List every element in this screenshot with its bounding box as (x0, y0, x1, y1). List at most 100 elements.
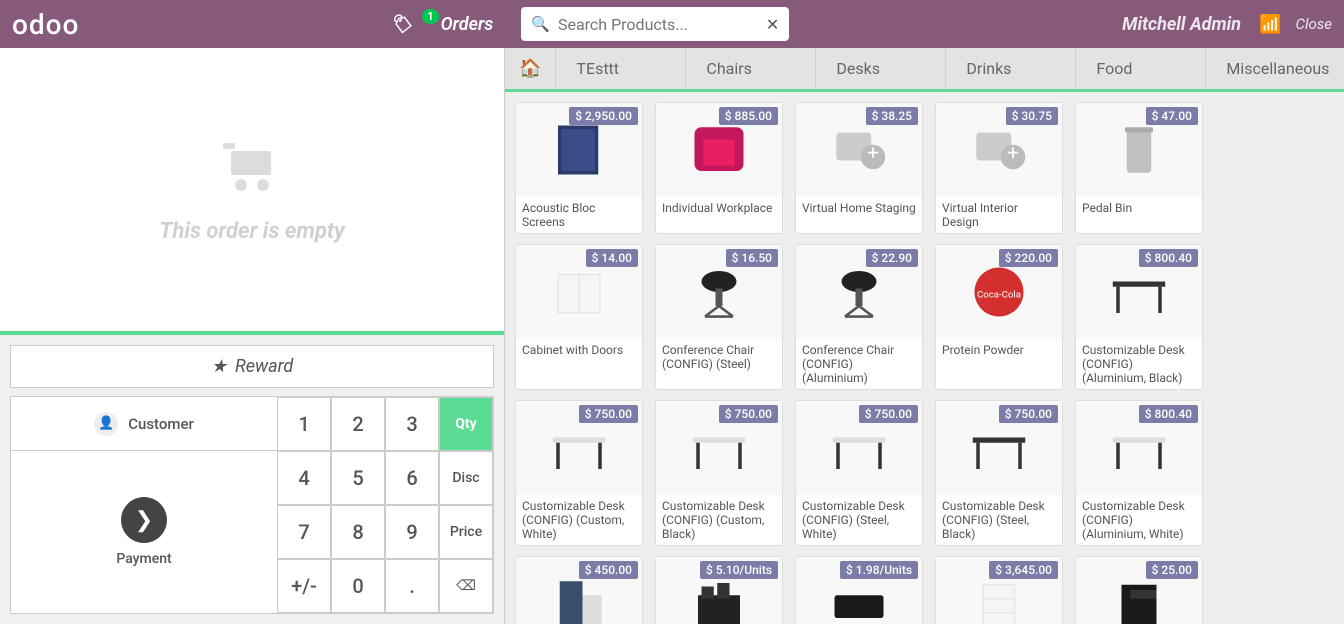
price-tag: $ 5.10/Units (700, 561, 778, 579)
numpad-6[interactable]: 6 (385, 451, 439, 505)
numpad-5[interactable]: 5 (331, 451, 385, 505)
product-image: $ 38.25 (796, 103, 922, 197)
qty-button[interactable]: Qty (439, 397, 493, 451)
product-image: $ 885.00 (656, 103, 782, 197)
price-tag: $ 30.75 (1006, 107, 1058, 125)
price-tag: $ 22.90 (866, 249, 918, 267)
numpad-9[interactable]: 9 (385, 505, 439, 559)
search-box[interactable]: 🔍 ✕ (521, 7, 789, 41)
product-image: $ 750.00 (516, 401, 642, 495)
product-card[interactable]: $ 5.10/Units (655, 556, 783, 624)
numpad-2[interactable]: 2 (331, 397, 385, 451)
product-image: $ 750.00 (936, 401, 1062, 495)
product-card[interactable]: $ 800.40Customizable Desk (CONFIG) (Alum… (1075, 244, 1203, 390)
orders-count-badge: 1 (422, 9, 438, 24)
product-name: Customizable Desk (CONFIG) (Steel, White… (796, 495, 922, 545)
price-tag: $ 750.00 (859, 405, 918, 423)
numpad-4[interactable]: 4 (277, 451, 331, 505)
product-image: $ 3,645.00 (936, 557, 1062, 624)
product-name: Protein Powder (936, 339, 1062, 361)
orders-button[interactable]: 🏷1 Orders (389, 14, 493, 35)
search-icon: 🔍 (531, 15, 550, 33)
tab-testtt[interactable]: TEsttt (556, 48, 686, 89)
product-card[interactable]: $ 885.00 Individual Workplace (655, 102, 783, 234)
product-card[interactable]: $ 47.00Pedal Bin (1075, 102, 1203, 234)
payment-button[interactable]: ❯ Payment (11, 451, 277, 613)
product-image: $ 750.00 (796, 401, 922, 495)
product-card[interactable]: $ 25.00 (1075, 556, 1203, 624)
product-card[interactable]: Coca-Cola$ 220.00Protein Powder (935, 244, 1063, 390)
product-card[interactable]: $ 1.98/Units (795, 556, 923, 624)
price-tag: $ 25.00 (1146, 561, 1198, 579)
customer-button[interactable]: 👤 Customer (11, 397, 277, 451)
product-name: Customizable Desk (CONFIG) (Aluminium, W… (1076, 495, 1202, 545)
product-name: Virtual Interior Design (936, 197, 1062, 233)
cart-icon (217, 135, 287, 211)
product-name: Customizable Desk (CONFIG) (Custom, Blac… (656, 495, 782, 545)
product-image: $ 25.00 (1076, 557, 1202, 624)
product-card[interactable]: $ 450.00 (515, 556, 643, 624)
price-tag: $ 885.00 (719, 107, 778, 125)
product-card[interactable]: $ 2,950.00Acoustic Bloc Screens (515, 102, 643, 234)
price-tag: $ 1.98/Units (840, 561, 918, 579)
product-card[interactable]: $ 14.00Cabinet with Doors (515, 244, 643, 390)
product-card[interactable]: $ 30.75 Virtual Interior Design (935, 102, 1063, 234)
product-name: Individual Workplace (656, 197, 782, 219)
product-card[interactable]: $ 38.25Virtual Home Staging (795, 102, 923, 234)
tab-home[interactable]: 🏠 (505, 48, 556, 89)
order-panel: This order is empty ★ Reward 👤 Customer … (0, 48, 505, 624)
product-image: $ 14.00 (516, 245, 642, 339)
numpad-8[interactable]: 8 (331, 505, 385, 559)
orders-label: Orders (441, 14, 494, 35)
numpad-1[interactable]: 1 (277, 397, 331, 451)
numpad-3[interactable]: 3 (385, 397, 439, 451)
price-tag: $ 750.00 (719, 405, 778, 423)
product-image: $ 2,950.00 (516, 103, 642, 197)
price-tag: $ 800.40 (1139, 249, 1198, 267)
product-image: $ 750.00 (656, 401, 782, 495)
price-tag: $ 220.00 (999, 249, 1058, 267)
disc-button[interactable]: Disc (439, 451, 493, 505)
tab-desks[interactable]: Desks (816, 48, 946, 89)
price-tag: $ 47.00 (1146, 107, 1198, 125)
tag-icon: 🏷 (389, 14, 412, 35)
product-name: Customizable Desk (CONFIG) (Steel, Black… (936, 495, 1062, 545)
price-tag: $ 800.40 (1139, 405, 1198, 423)
tab-drinks[interactable]: Drinks (946, 48, 1076, 89)
price-tag: $ 38.25 (866, 107, 918, 125)
product-card[interactable]: $ 750.00Customizable Desk (CONFIG) (Cust… (515, 400, 643, 546)
backspace-button[interactable]: ⌫ (439, 559, 493, 613)
product-card[interactable]: $ 750.00 Customizable Desk (CONFIG) (Stee… (795, 400, 923, 546)
reward-button[interactable]: ★ Reward (10, 345, 494, 388)
product-card[interactable]: $ 800.40 Customizable Desk (CONFIG) (Alum… (1075, 400, 1203, 546)
numpad-0[interactable]: 0 (331, 559, 385, 613)
close-button[interactable]: Close (1295, 15, 1332, 33)
product-image: $ 450.00 (516, 557, 642, 624)
product-card[interactable]: $ 16.50Conference Chair (CONFIG) (Steel) (655, 244, 783, 390)
user-name[interactable]: Mitchell Admin (1122, 14, 1241, 35)
top-bar: odoo 🏷1 Orders 🔍 ✕ Mitchell Admin 📶 Clos… (0, 0, 1344, 48)
tab-food[interactable]: Food (1076, 48, 1206, 89)
product-card[interactable]: $ 750.00 Customizable Desk (CONFIG) (Cust… (655, 400, 783, 546)
product-image: $ 800.40 (1076, 245, 1202, 339)
product-image: $ 5.10/Units (656, 557, 782, 624)
price-tag: $ 14.00 (586, 249, 638, 267)
numpad-7[interactable]: 7 (277, 505, 331, 559)
product-image: $ 22.90 (796, 245, 922, 339)
product-card[interactable]: $ 750.00Customizable Desk (CONFIG) (Stee… (935, 400, 1063, 546)
price-button[interactable]: Price (439, 505, 493, 559)
numpad-dot[interactable]: . (385, 559, 439, 613)
numpad-plusminus[interactable]: +/- (277, 559, 331, 613)
product-panel: 🏠 TEstttChairsDesksDrinksFoodMiscellaneo… (505, 48, 1344, 624)
search-input[interactable] (558, 15, 766, 34)
chevron-right-icon: ❯ (121, 497, 167, 543)
product-card[interactable]: $ 3,645.00 (935, 556, 1063, 624)
numpad: 1 2 3 Qty 4 5 6 Disc 7 8 9 Price +/- 0 .… (277, 397, 493, 613)
price-tag: $ 3,645.00 (989, 561, 1058, 579)
tab-miscellaneous[interactable]: Miscellaneous (1206, 48, 1344, 89)
tab-chairs[interactable]: Chairs (686, 48, 816, 89)
product-card[interactable]: $ 22.90Conference Chair (CONFIG) (Alumin… (795, 244, 923, 390)
logo: odoo (12, 8, 79, 41)
clear-icon[interactable]: ✕ (766, 15, 779, 34)
empty-order: This order is empty (0, 48, 504, 331)
